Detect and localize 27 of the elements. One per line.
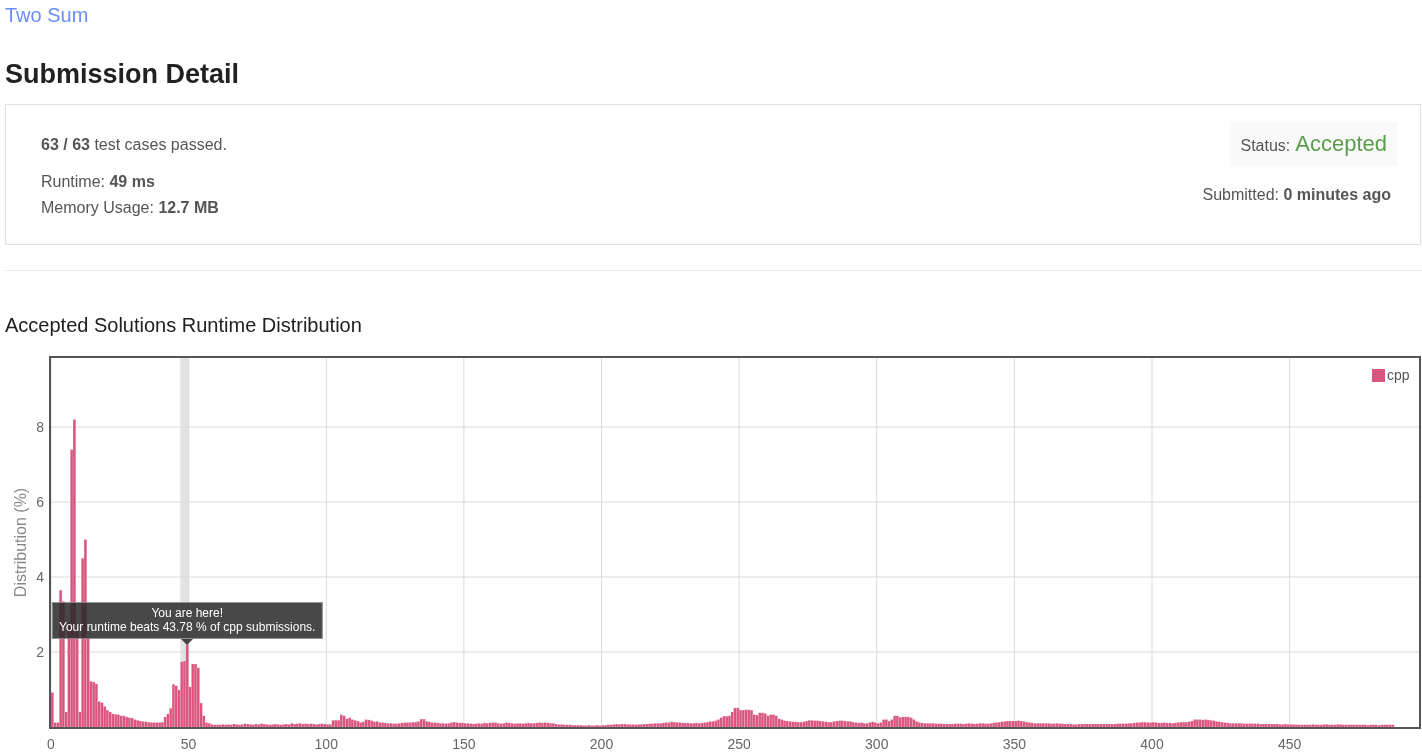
x-tick-label: 350 (1002, 736, 1027, 752)
x-tick-label: 450 (1277, 736, 1302, 752)
tooltip-text: You are here! (150, 605, 225, 620)
submitted-text: Submitted: 0 minutes ago (1202, 185, 1391, 205)
y-axis-label: Distribution (%) (11, 487, 29, 598)
status-value: Accepted (1295, 131, 1387, 157)
y-tick-label: 8 (36, 419, 44, 435)
x-tick-label: 250 (727, 736, 751, 752)
y-tick-label: 4 (36, 569, 44, 585)
x-tick-label: 150 (452, 736, 476, 752)
x-tick-label: 100 (314, 736, 338, 752)
y-tick-label: 6 (36, 494, 44, 510)
test-cases-text: 63 / 63 test cases passed. (41, 135, 227, 155)
x-tick-label: 50 (180, 736, 197, 752)
x-tick-label: 200 (589, 736, 614, 752)
legend-label: cpp (1387, 367, 1410, 383)
x-tick-label: 300 (865, 736, 889, 752)
problem-link[interactable]: Two Sum (5, 3, 89, 27)
x-tick-label: 400 (1140, 736, 1164, 752)
page-title: Submission Detail (5, 58, 241, 91)
status-label: Status: (1240, 137, 1291, 155)
tooltip-text: Your runtime beats 43.78 % of cpp submissions. (59, 619, 316, 634)
memory-text: Memory Usage: 12.7 MB (41, 198, 220, 218)
x-tick-label: 0 (47, 736, 55, 752)
chart-title: Accepted Solutions Runtime Distribution (5, 313, 363, 337)
y-tick-label: 2 (36, 644, 44, 660)
runtime-text: Runtime: 49 ms (41, 172, 156, 192)
